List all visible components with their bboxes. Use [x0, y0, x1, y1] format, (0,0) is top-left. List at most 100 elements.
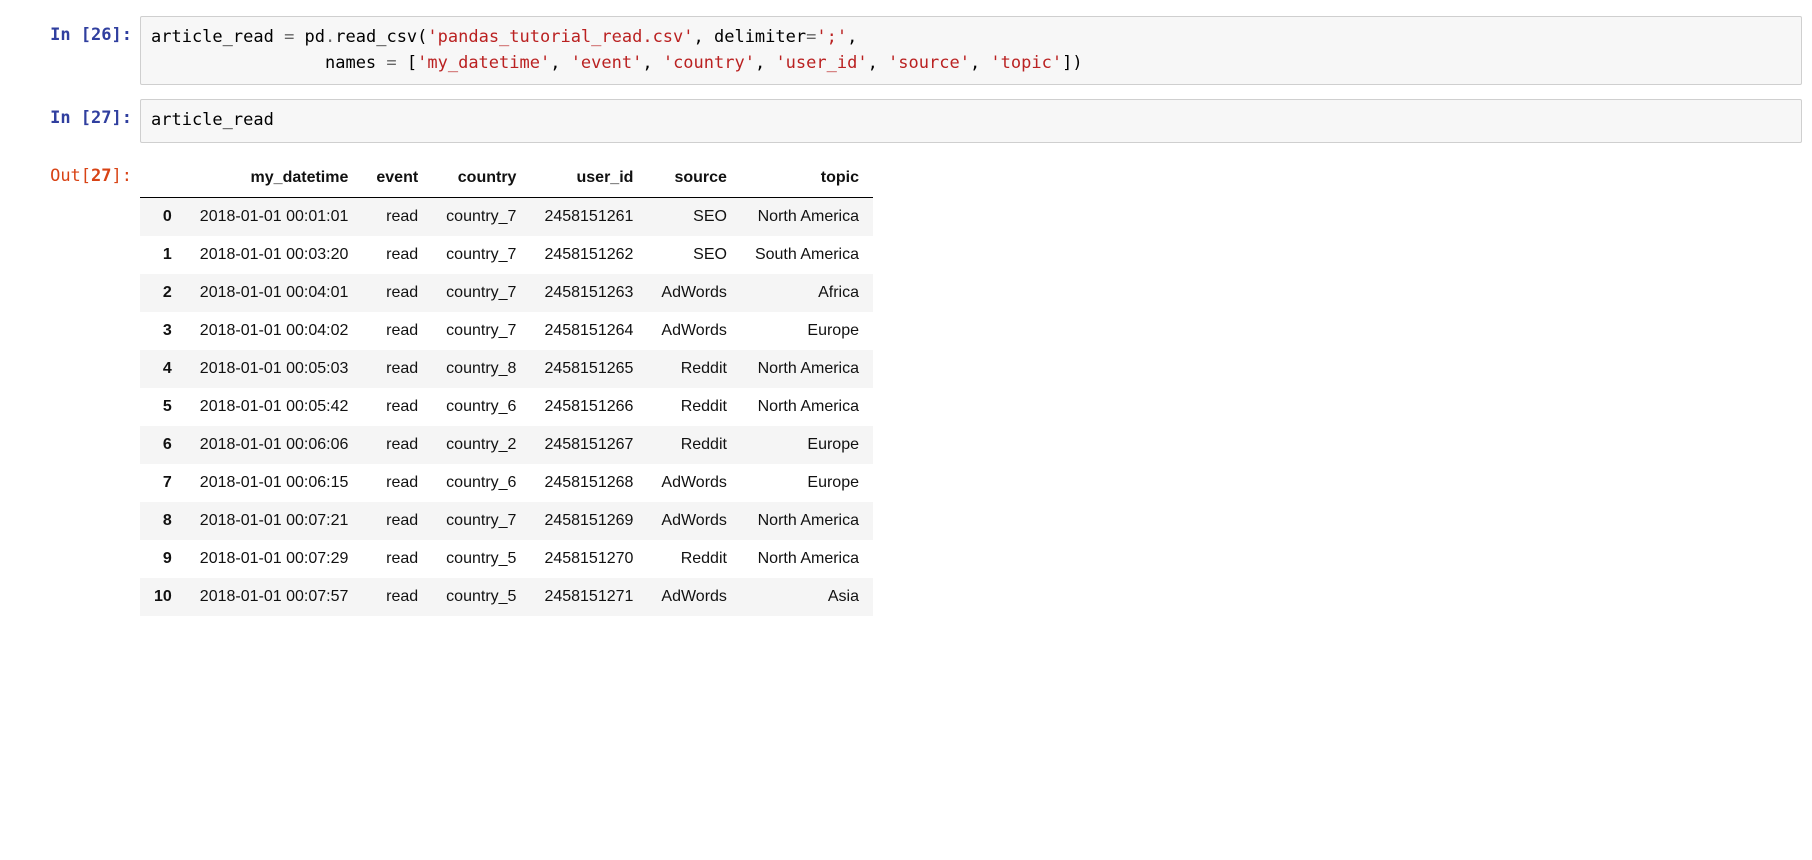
table-row: 32018-01-01 00:04:02readcountry_72458151…: [140, 312, 873, 350]
table-cell: 2018-01-01 00:07:21: [186, 502, 363, 540]
table-cell: read: [362, 197, 432, 236]
table-cell: AdWords: [647, 578, 741, 616]
code-token: , delimiter: [694, 27, 807, 47]
table-cell: 2018-01-01 00:06:15: [186, 464, 363, 502]
table-cell: 2018-01-01 00:07:57: [186, 578, 363, 616]
table-cell: North America: [741, 350, 873, 388]
table-row: 72018-01-01 00:06:15readcountry_62458151…: [140, 464, 873, 502]
table-column-header: my_datetime: [186, 159, 363, 198]
prompt-in-26: In [26]:: [10, 16, 140, 48]
table-row-index: 6: [140, 426, 186, 464]
code-token: 'event': [571, 53, 643, 73]
code-token: 'pandas_tutorial_read.csv': [427, 27, 693, 47]
table-cell: North America: [741, 197, 873, 236]
table-cell: 2458151268: [530, 464, 647, 502]
notebook: In [26]: article_read = pd.read_csv('pan…: [0, 0, 1812, 670]
table-cell: 2458151264: [530, 312, 647, 350]
table-cell: country_6: [432, 464, 530, 502]
table-cell: Europe: [741, 312, 873, 350]
table-cell: country_7: [432, 274, 530, 312]
table-column-header: topic: [741, 159, 873, 198]
table-cell: Reddit: [647, 426, 741, 464]
code-token: .: [325, 27, 335, 47]
table-row: 102018-01-01 00:07:57readcountry_5245815…: [140, 578, 873, 616]
table-cell: country_5: [432, 540, 530, 578]
table-cell: read: [362, 350, 432, 388]
table-cell: North America: [741, 502, 873, 540]
prompt-label: In [: [50, 25, 91, 45]
table-cell: 2458151263: [530, 274, 647, 312]
table-cell: Europe: [741, 464, 873, 502]
table-cell: South America: [741, 236, 873, 274]
table-row-index: 5: [140, 388, 186, 426]
table-cell: 2458151262: [530, 236, 647, 274]
table-cell: Asia: [741, 578, 873, 616]
table-cell: Africa: [741, 274, 873, 312]
table-row: 82018-01-01 00:07:21readcountry_72458151…: [140, 502, 873, 540]
table-row-index: 9: [140, 540, 186, 578]
table-cell: Europe: [741, 426, 873, 464]
table-row-index: 8: [140, 502, 186, 540]
table-cell: read: [362, 578, 432, 616]
code-token: ';': [816, 27, 847, 47]
table-cell: 2018-01-01 00:04:01: [186, 274, 363, 312]
prompt-suffix: ]:: [112, 108, 132, 128]
table-cell: read: [362, 464, 432, 502]
table-cell: read: [362, 426, 432, 464]
code-token: =: [386, 53, 396, 73]
code-input-27[interactable]: article_read: [140, 99, 1802, 143]
cell-in-27: In [27]: article_read: [10, 99, 1802, 143]
cell-in-26: In [26]: article_read = pd.read_csv('pan…: [10, 16, 1802, 85]
table-cell: AdWords: [647, 312, 741, 350]
table-cell: AdWords: [647, 502, 741, 540]
table-cell: country_7: [432, 197, 530, 236]
table-row: 92018-01-01 00:07:29readcountry_52458151…: [140, 540, 873, 578]
output-area-27: my_datetimeeventcountryuser_idsourcetopi…: [140, 157, 1802, 616]
table-row-index: 4: [140, 350, 186, 388]
table-cell: North America: [741, 540, 873, 578]
prompt-number: 27: [91, 166, 111, 186]
table-cell: 2018-01-01 00:05:42: [186, 388, 363, 426]
table-cell: 2018-01-01 00:05:03: [186, 350, 363, 388]
code-token: ,: [847, 27, 857, 47]
code-token: ]): [1062, 53, 1082, 73]
table-cell: country_2: [432, 426, 530, 464]
table-row: 42018-01-01 00:05:03readcountry_82458151…: [140, 350, 873, 388]
table-row-index: 7: [140, 464, 186, 502]
table-cell: country_8: [432, 350, 530, 388]
table-cell: 2018-01-01 00:03:20: [186, 236, 363, 274]
table-cell: SEO: [647, 236, 741, 274]
prompt-label: Out[: [50, 166, 91, 186]
code-token: article_read: [151, 110, 274, 130]
table-column-header: event: [362, 159, 432, 198]
table-cell: read: [362, 274, 432, 312]
table-row: 12018-01-01 00:03:20readcountry_72458151…: [140, 236, 873, 274]
table-cell: country_5: [432, 578, 530, 616]
code-token: ,: [868, 53, 888, 73]
table-cell: AdWords: [647, 464, 741, 502]
table-row: 52018-01-01 00:05:42readcountry_62458151…: [140, 388, 873, 426]
prompt-suffix: ]:: [112, 166, 132, 186]
table-cell: read: [362, 502, 432, 540]
table-cell: country_7: [432, 312, 530, 350]
table-row-index: 10: [140, 578, 186, 616]
code-token: =: [284, 27, 294, 47]
prompt-out-27: Out[27]:: [10, 157, 140, 189]
table-cell: read: [362, 236, 432, 274]
prompt-in-27: In [27]:: [10, 99, 140, 131]
code-token: ,: [755, 53, 775, 73]
code-input-26[interactable]: article_read = pd.read_csv('pandas_tutor…: [140, 16, 1802, 85]
table-row: 22018-01-01 00:04:01readcountry_72458151…: [140, 274, 873, 312]
table-cell: 2018-01-01 00:07:29: [186, 540, 363, 578]
table-row: 62018-01-01 00:06:06readcountry_22458151…: [140, 426, 873, 464]
table-cell: country_7: [432, 236, 530, 274]
table-cell: 2458151261: [530, 197, 647, 236]
table-cell: 2458151266: [530, 388, 647, 426]
table-row-index: 0: [140, 197, 186, 236]
table-cell: read: [362, 388, 432, 426]
table-body: 02018-01-01 00:01:01readcountry_72458151…: [140, 197, 873, 616]
table-column-header: country: [432, 159, 530, 198]
code-token: 'country': [663, 53, 755, 73]
table-cell: North America: [741, 388, 873, 426]
code-token: ,: [642, 53, 662, 73]
